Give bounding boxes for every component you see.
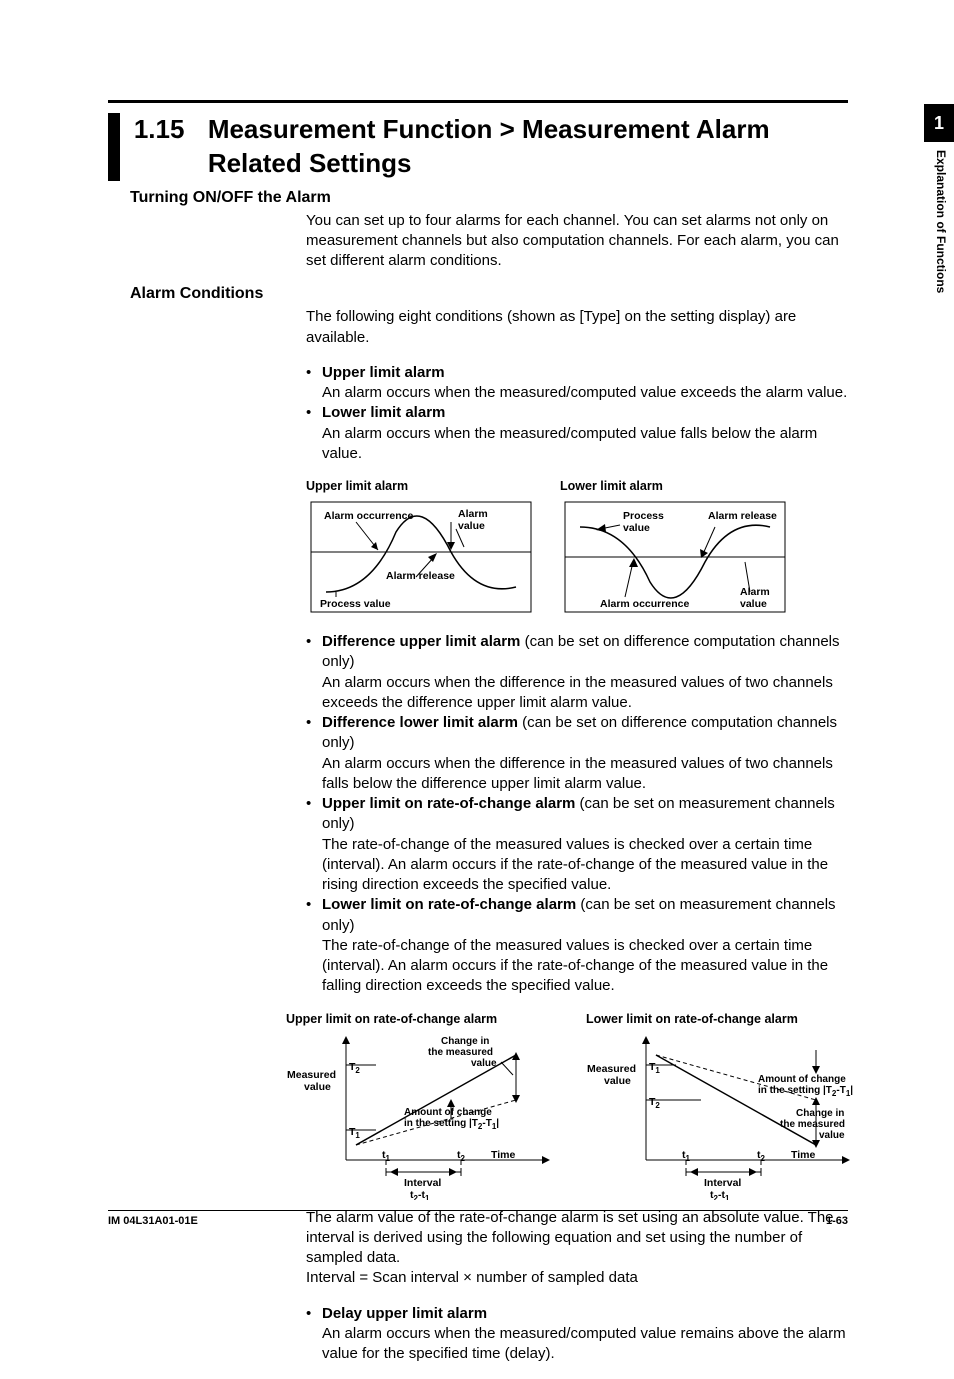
list-item: • Delay upper limit alarm An alarm occur… <box>306 1304 848 1365</box>
label: Process <box>623 510 664 522</box>
bullet: • <box>306 1304 322 1365</box>
label: Time <box>491 1149 515 1161</box>
label: value <box>458 520 485 532</box>
page-content: 1.15 Measurement Function > Measurement … <box>108 100 848 1379</box>
figure-title: Upper limit alarm <box>306 479 536 493</box>
condition-body: An alarm occurs when the difference in t… <box>322 674 833 711</box>
label: Alarm occurrence <box>600 598 689 610</box>
chapter-tab: 1 <box>924 104 954 142</box>
label: Alarm occurrence <box>324 510 413 522</box>
label: Time <box>791 1149 815 1161</box>
condition-name: Difference upper limit alarm <box>322 633 520 650</box>
figure-roc: Upper limit on rate-of-change alarm <box>286 1012 848 1200</box>
label: the measured <box>780 1119 845 1130</box>
top-rule <box>108 100 848 103</box>
label: Measured <box>587 1063 636 1075</box>
section-number: 1.15 <box>134 113 208 181</box>
condition-body: An alarm occurs when the measured/comput… <box>322 1325 846 1362</box>
figure-title: Upper limit on rate-of-change alarm <box>286 1012 566 1026</box>
label: Amount of change <box>758 1074 846 1085</box>
condition-list: • Delay upper limit alarm An alarm occur… <box>306 1304 848 1365</box>
label: t2 <box>757 1149 766 1163</box>
label: t2-t1 <box>710 1189 730 1200</box>
label: the measured <box>428 1047 493 1058</box>
condition-name: Upper limit on rate-of-change alarm <box>322 795 575 812</box>
figure-upper-lower: Upper limit alarm Alarm occurrence Alarm… <box>306 479 848 617</box>
diagram-roc-lower: Measured value T1 T2 Amount of change in… <box>586 1030 866 1200</box>
label: Amount of change <box>404 1107 492 1118</box>
condition-body: An alarm occurs when the measured/comput… <box>322 425 817 462</box>
label: Interval <box>704 1177 741 1189</box>
condition-body: The rate-of-change of the measured value… <box>322 836 828 894</box>
subheading-conditions: Alarm Conditions <box>130 285 848 303</box>
label: Change in <box>441 1036 489 1047</box>
list-item: • Difference lower limit alarm (can be s… <box>306 713 848 794</box>
condition-body: The rate-of-change of the measured value… <box>322 937 828 995</box>
list-item: • Difference upper limit alarm (can be s… <box>306 632 848 713</box>
label: Change in <box>796 1108 844 1119</box>
figure-title: Lower limit alarm <box>560 479 790 493</box>
diagram-lower-limit: Process value Alarm release Alarm occurr… <box>560 497 790 617</box>
section-bar <box>108 113 120 181</box>
section-heading: 1.15 Measurement Function > Measurement … <box>108 113 848 181</box>
label: value <box>819 1130 845 1141</box>
list-item: • Lower limit alarm An alarm occurs when… <box>306 403 848 464</box>
label: T1 <box>349 1126 360 1140</box>
condition-name: Lower limit alarm <box>322 404 445 421</box>
label: Measured <box>287 1069 336 1081</box>
section-title-text: Measurement Function > Measurement Alarm… <box>208 113 848 181</box>
body-text: Interval = Scan interval × number of sam… <box>306 1268 848 1288</box>
label: T2 <box>349 1061 360 1075</box>
condition-body: An alarm occurs when the measured/comput… <box>322 384 847 401</box>
condition-body: An alarm occurs when the difference in t… <box>322 755 833 792</box>
diagram-upper-limit: Alarm occurrence Alarm value Alarm relea… <box>306 497 536 617</box>
label: Alarm <box>740 586 770 598</box>
label: in the setting |T2-T1| <box>404 1118 499 1131</box>
chapter-side-label: Explanation of Functions <box>934 150 948 293</box>
list-item: • Upper limit on rate-of-change alarm (c… <box>306 794 848 895</box>
figure-title: Lower limit on rate-of-change alarm <box>586 1012 866 1026</box>
bullet: • <box>306 363 322 404</box>
footer-doc-id: IM 04L31A01-01E <box>108 1215 198 1227</box>
label: Process value <box>320 598 391 610</box>
diagram-roc-upper: Measured value T2 T1 Change in the measu… <box>286 1030 566 1200</box>
label: value <box>304 1081 331 1093</box>
label: T2 <box>649 1096 660 1110</box>
label: t1 <box>382 1149 391 1163</box>
label: value <box>471 1058 497 1069</box>
label: t2-t1 <box>410 1189 430 1200</box>
page-footer: IM 04L31A01-01E 1-63 <box>108 1210 848 1227</box>
bullet: • <box>306 895 322 996</box>
label: t1 <box>682 1149 691 1163</box>
label: t2 <box>457 1149 466 1163</box>
condition-name: Delay upper limit alarm <box>322 1305 487 1322</box>
label: value <box>623 522 650 534</box>
label: T1 <box>649 1061 660 1075</box>
label: Interval <box>404 1177 441 1189</box>
label: value <box>740 598 767 610</box>
condition-name: Lower limit on rate-of-change alarm <box>322 896 576 913</box>
label: Alarm release <box>386 570 455 582</box>
footer-page-number: 1-63 <box>826 1215 848 1227</box>
subheading-turning: Turning ON/OFF the Alarm <box>130 189 848 207</box>
label: Alarm release <box>708 510 777 522</box>
condition-list: • Difference upper limit alarm (can be s… <box>306 632 848 997</box>
bullet: • <box>306 403 322 464</box>
label: Alarm <box>458 508 488 520</box>
list-item: • Lower limit on rate-of-change alarm (c… <box>306 895 848 996</box>
bullet: • <box>306 713 322 794</box>
body-text: The following eight conditions (shown as… <box>306 307 848 348</box>
body-text: You can set up to four alarms for each c… <box>306 211 848 272</box>
label: value <box>604 1075 631 1087</box>
condition-name: Difference lower limit alarm <box>322 714 518 731</box>
condition-list: • Upper limit alarm An alarm occurs when… <box>306 363 848 464</box>
list-item: • Upper limit alarm An alarm occurs when… <box>306 363 848 404</box>
label: in the setting |T2-T1| <box>758 1085 853 1098</box>
condition-name: Upper limit alarm <box>322 364 445 381</box>
bullet: • <box>306 632 322 713</box>
bullet: • <box>306 794 322 895</box>
